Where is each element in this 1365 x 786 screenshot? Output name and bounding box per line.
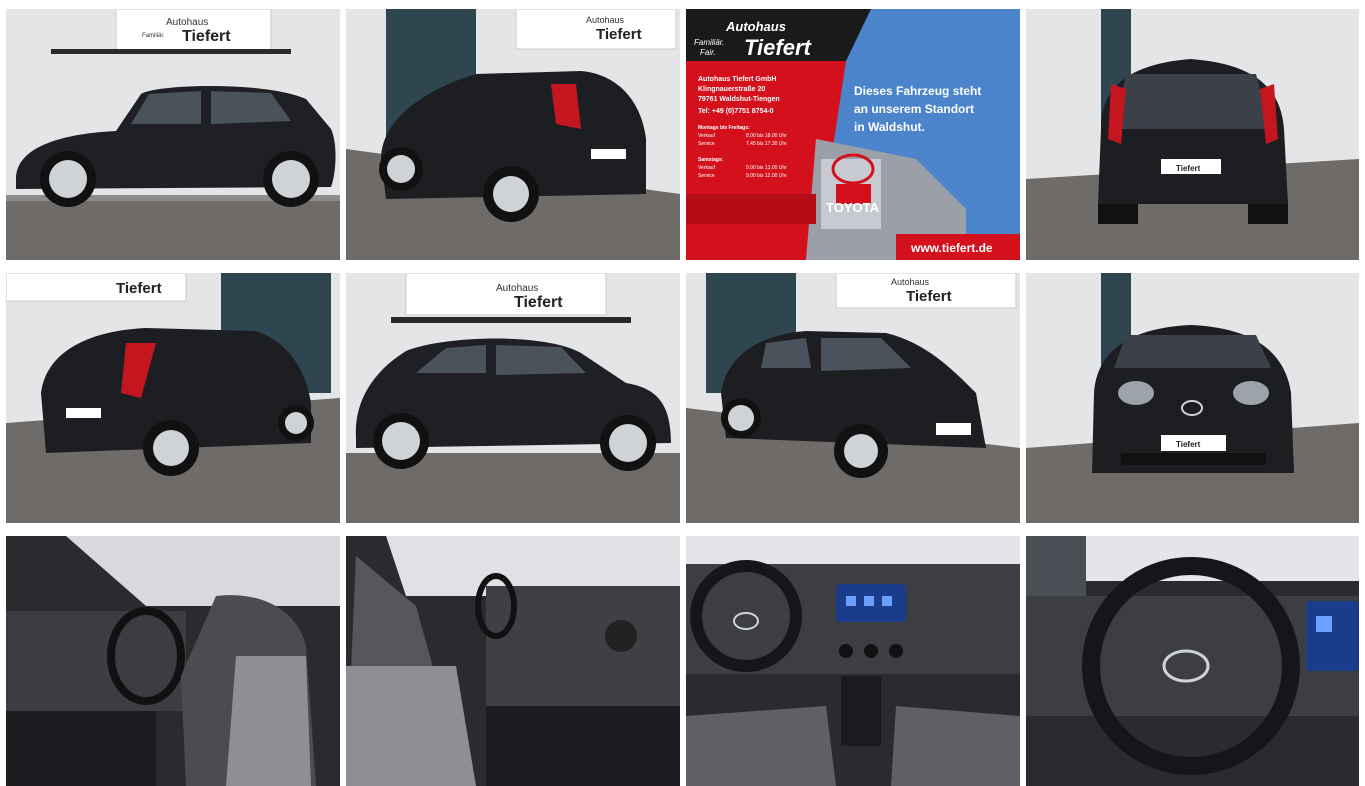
car-side-photo: Autohaus Familiär. Tiefert (6, 9, 340, 260)
dealer-sign-line1: Autohaus (586, 15, 625, 25)
gallery-photo-dealer-info-card[interactable]: Autohaus Familiär. Fair. Tiefert Autohau… (686, 9, 1020, 260)
gallery-photo-interior-steering-wheel[interactable] (1026, 536, 1359, 786)
steering-wheel-photo (1026, 536, 1359, 786)
info-saturday-heading: Samstags: (698, 157, 724, 163)
info-brand-line1: Autohaus (725, 19, 786, 34)
info-weekdays-service-label: Service (698, 141, 715, 147)
dealer-sign-line1: Autohaus (891, 277, 930, 287)
info-phone: Tel: +49 (0)7751 8754-0 (698, 108, 774, 115)
gallery-photo-exterior-rear[interactable]: Tiefert (1026, 9, 1359, 260)
gallery-photo-exterior-front[interactable]: Tiefert (1026, 273, 1359, 523)
dealer-sign-name: Tiefert (116, 280, 162, 297)
info-city: 79761 Waldshut-Tiengen (698, 96, 780, 103)
dealer-sign-name: Tiefert (514, 294, 563, 311)
dealer-sign-line1: Autohaus (496, 283, 538, 294)
info-weekdays-sales-label: Verkauf (698, 133, 716, 139)
info-brand-name: Tiefert (744, 35, 813, 60)
info-weekdays-heading: Montags bis Freitags: (698, 125, 750, 131)
car-side-right-photo: Autohaus Tiefert (346, 273, 680, 523)
license-plate-text: Tiefert (1176, 164, 1201, 173)
dashboard-photo (686, 536, 1020, 786)
info-brand-line2a: Familiär. (694, 38, 724, 47)
car-rear-photo: Tiefert (1026, 9, 1359, 260)
info-weekdays-sales-hours: 8.00 bis 18.00 Uhr (746, 133, 787, 139)
info-saturday-service-label: Service (698, 173, 715, 179)
dealer-sign-line2a: Familiär. (142, 33, 165, 39)
gallery-photo-exterior-side-right[interactable]: Autohaus Tiefert (346, 273, 680, 523)
dealer-info-card: Autohaus Familiär. Fair. Tiefert Autohau… (686, 9, 1020, 260)
interior-driver-photo (6, 536, 340, 786)
gallery-photo-interior-passenger-side[interactable] (346, 536, 680, 786)
dealer-sign-name: Tiefert (182, 28, 231, 45)
gallery-photo-interior-driver-side[interactable] (6, 536, 340, 786)
infotainment-screen (1306, 601, 1359, 671)
gallery-photo-exterior-front-left[interactable]: Autohaus Tiefert (686, 273, 1020, 523)
info-street: Klingnauerstraße 20 (698, 86, 765, 93)
info-weekdays-service-hours: 7.45 bis 17.30 Uhr (746, 141, 787, 147)
info-company: Autohaus Tiefert GmbH (698, 76, 776, 83)
info-brand-line2b: Fair. (700, 48, 716, 57)
photo-gallery-grid: Autohaus Familiär. Tiefert Autohaus Tief… (6, 9, 1359, 786)
info-website: www.tiefert.de (910, 241, 993, 255)
info-headline-line2: an unserem Standort (854, 102, 974, 116)
interior-passenger-photo (346, 536, 680, 786)
gallery-photo-exterior-rear-left[interactable]: Autohaus Tiefert (346, 9, 680, 260)
gallery-photo-exterior-rear-right[interactable]: Tiefert (6, 273, 340, 523)
license-plate-text: Tiefert (1176, 440, 1201, 449)
car-front-photo: Tiefert (1026, 273, 1359, 523)
info-headline-line3: in Waldshut. (854, 120, 925, 134)
info-saturday-sales-label: Verkauf (698, 165, 716, 171)
info-saturday-sales-hours: 9.00 bis 13.00 Uhr (746, 165, 787, 171)
car-front-quarter-photo: Autohaus Tiefert (686, 273, 1020, 523)
dealer-sign-name: Tiefert (596, 26, 642, 43)
info-saturday-service-hours: 9.00 bis 12.00 Uhr (746, 173, 787, 179)
car-rear-quarter-photo: Autohaus Tiefert (346, 9, 680, 260)
car-rear-quarter-right-photo: Tiefert (6, 273, 340, 523)
dealer-sign-line1: Autohaus (166, 17, 208, 28)
dealer-sign-name: Tiefert (906, 288, 952, 305)
info-toyota-label: TOYOTA (826, 200, 880, 215)
info-headline-line1: Dieses Fahrzeug steht (854, 84, 981, 98)
gallery-photo-interior-dashboard[interactable] (686, 536, 1020, 786)
gallery-photo-exterior-side-left[interactable]: Autohaus Familiär. Tiefert (6, 9, 340, 260)
